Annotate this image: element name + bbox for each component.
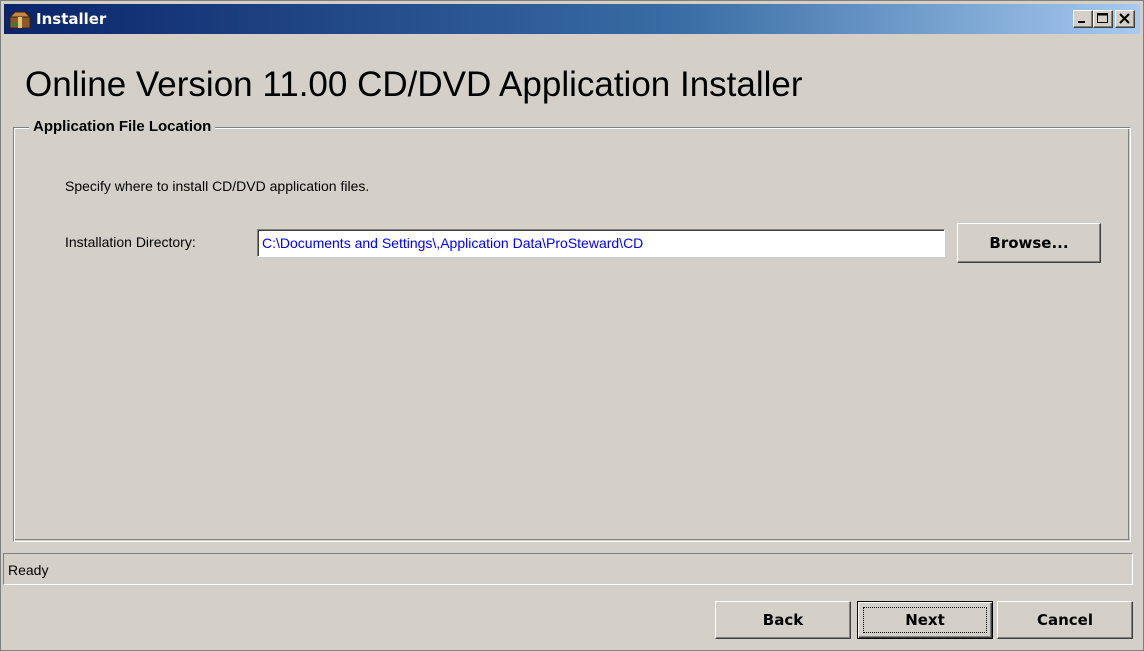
maximize-icon bbox=[1097, 13, 1108, 23]
instructions-text: Specify where to install CD/DVD applicat… bbox=[65, 178, 370, 194]
page-title: Online Version 11.00 CD/DVD Application … bbox=[25, 65, 803, 104]
minimize-icon bbox=[1078, 21, 1085, 23]
close-button[interactable] bbox=[1115, 10, 1135, 28]
next-button-label: Next bbox=[905, 611, 945, 629]
minimize-button[interactable] bbox=[1073, 10, 1093, 28]
status-bar: Ready bbox=[3, 553, 1133, 585]
close-icon bbox=[1119, 13, 1130, 24]
cancel-button[interactable]: Cancel bbox=[997, 601, 1133, 639]
title-bar[interactable]: Installer bbox=[4, 4, 1140, 34]
installer-box-icon bbox=[9, 11, 31, 29]
window-title: Installer bbox=[36, 10, 107, 28]
next-button[interactable]: Next bbox=[857, 601, 993, 639]
browse-button[interactable]: Browse... bbox=[957, 223, 1101, 263]
status-text: Ready bbox=[8, 562, 49, 578]
installation-directory-label: Installation Directory: bbox=[65, 234, 196, 250]
installer-window: Installer Online Version 11.00 CD/DVD Ap… bbox=[0, 0, 1144, 651]
maximize-button[interactable] bbox=[1093, 10, 1113, 28]
back-button[interactable]: Back bbox=[715, 601, 851, 639]
installation-directory-input[interactable] bbox=[257, 229, 945, 257]
group-title: Application File Location bbox=[29, 117, 216, 137]
